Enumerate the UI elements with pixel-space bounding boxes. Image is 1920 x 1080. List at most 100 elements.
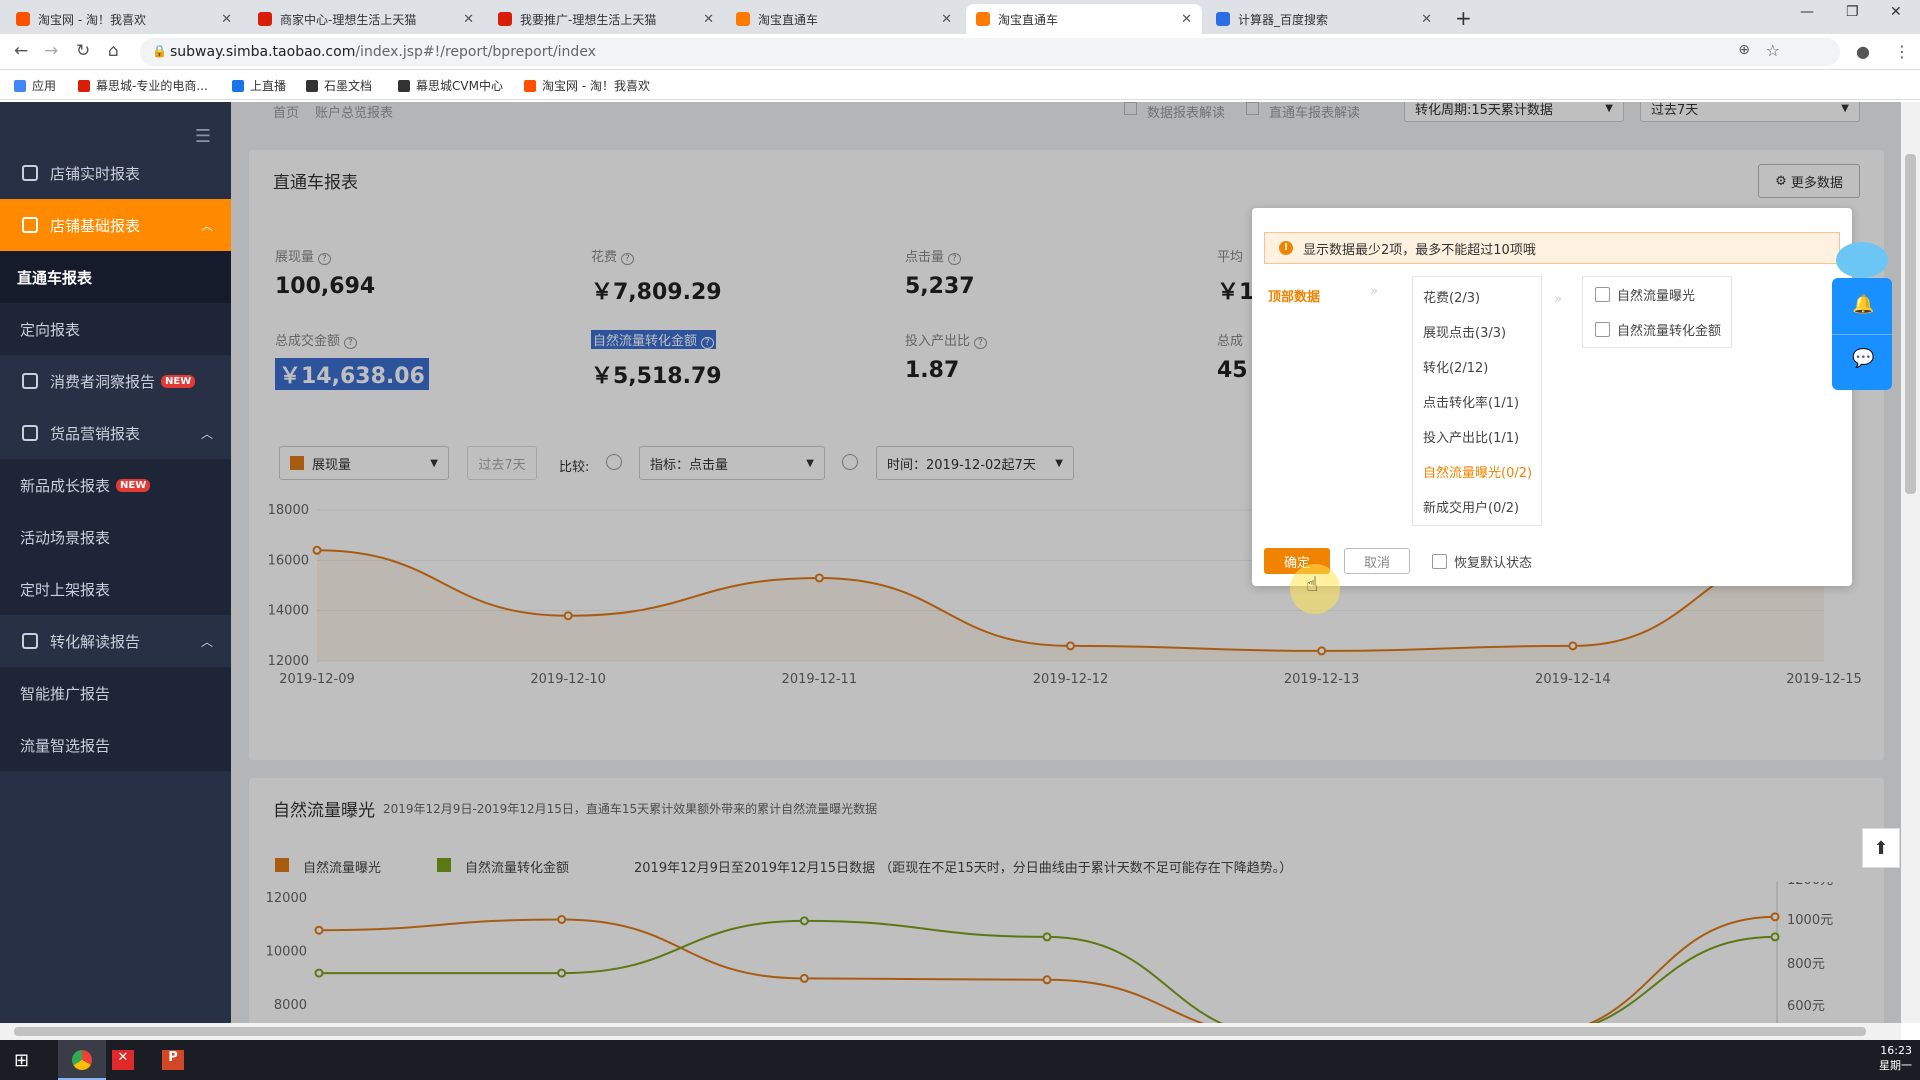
bookmark-2[interactable]: 上直播 xyxy=(232,77,286,94)
check-report-interp[interactable] xyxy=(1124,102,1137,115)
star-icon[interactable]: ☆ xyxy=(1766,41,1780,60)
tab-close-icon[interactable]: ✕ xyxy=(221,12,232,27)
tab-close-icon[interactable]: ✕ xyxy=(1181,12,1192,27)
chevron-up-icon[interactable]: ︿ xyxy=(201,425,213,442)
back-icon[interactable]: ← xyxy=(14,41,28,61)
tab-4[interactable]: 淘宝直通车 ✕ xyxy=(966,4,1202,34)
bookmark-0[interactable]: 应用 xyxy=(14,77,56,94)
compare-index-radio[interactable] xyxy=(606,454,622,470)
data-point[interactable] xyxy=(557,915,567,924)
data-point[interactable] xyxy=(1568,641,1578,651)
data-point[interactable] xyxy=(314,925,324,935)
help-icon[interactable]: ? xyxy=(948,253,961,265)
tab-close-icon[interactable]: ✕ xyxy=(941,12,952,27)
category-item[interactable]: 点击转化率(1/1) xyxy=(1423,392,1519,411)
data-point[interactable] xyxy=(563,611,573,621)
index-select[interactable]: 指标：点击量 ▼ xyxy=(639,446,825,480)
tab-close-icon[interactable]: ✕ xyxy=(703,12,714,27)
tab-5[interactable]: 计算器_百度搜索 ✕ xyxy=(1206,4,1442,34)
tab-0[interactable]: 淘宝网 - 淘！我喜欢 ✕ xyxy=(6,4,242,34)
zoom-icon[interactable]: ⊕ xyxy=(1738,42,1750,58)
sidebar-item-2[interactable]: 直通车报表 xyxy=(0,251,231,303)
data-point[interactable] xyxy=(1770,932,1780,942)
category-item[interactable]: 投入产出比(1/1) xyxy=(1423,427,1519,446)
sidebar-item-4[interactable]: 消费者洞察报告 NEW xyxy=(0,355,231,407)
chevron-up-icon[interactable]: ︿ xyxy=(201,633,213,650)
home-icon[interactable]: ⌂ xyxy=(108,41,119,61)
metric-select[interactable]: 展现量 ▼ xyxy=(279,446,449,480)
forward-icon[interactable]: → xyxy=(44,41,58,61)
back-to-top-icon[interactable]: ⬆ xyxy=(1862,828,1900,868)
bookmark-4[interactable]: 幕思城CVM中心 xyxy=(398,77,503,94)
sidebar-item-11[interactable]: 流量智选报告 xyxy=(0,719,231,771)
option-checkbox[interactable] xyxy=(1595,287,1610,302)
minimize-button[interactable]: — xyxy=(1800,4,1814,20)
help-icon[interactable]: ? xyxy=(621,253,634,265)
compare-time-radio[interactable] xyxy=(842,454,858,470)
reload-icon[interactable]: ↻ xyxy=(76,41,90,61)
sidebar-item-6[interactable]: 新品成长报表 NEW xyxy=(0,459,231,511)
sidebar-item-10[interactable]: 智能推广报告 xyxy=(0,667,231,719)
tab-1[interactable]: 商家中心-理想生活上天猫 ✕ xyxy=(248,4,484,34)
breadcrumb-home[interactable]: 首页 xyxy=(273,102,299,121)
data-point[interactable] xyxy=(1042,975,1052,985)
horizontal-scroll-thumb[interactable] xyxy=(14,1027,1866,1036)
close-window-button[interactable]: ✕ xyxy=(1890,4,1902,20)
bookmark-1[interactable]: 幕思城-专业的电商... xyxy=(78,77,208,94)
option-checkbox[interactable] xyxy=(1595,322,1610,337)
windows-start-icon[interactable]: ⊞ xyxy=(14,1050,29,1071)
restore-default-checkbox[interactable] xyxy=(1432,554,1447,569)
powerpoint-taskbar-icon[interactable]: P xyxy=(162,1050,184,1070)
period-select[interactable]: 转化周期:15天累计数据 ▼ xyxy=(1404,102,1624,122)
profile-icon[interactable]: ● xyxy=(1856,42,1870,61)
vertical-scrollbar[interactable] xyxy=(1901,102,1920,1023)
data-point[interactable] xyxy=(312,545,322,555)
sidebar-toggle-icon[interactable]: ☰ xyxy=(195,126,211,147)
category-item[interactable]: 新成交用户(0/2) xyxy=(1423,497,1519,516)
help-icon[interactable]: ? xyxy=(344,337,357,349)
chat-icon[interactable]: 💬 xyxy=(1852,348,1874,369)
chevron-up-icon[interactable]: ︿ xyxy=(201,217,213,234)
restore-button[interactable]: ❐ xyxy=(1846,4,1859,20)
more-data-button[interactable]: ⚙ 更多数据 xyxy=(1758,164,1860,198)
data-point[interactable] xyxy=(799,973,809,983)
sidebar-item-0[interactable]: 店铺实时报表 xyxy=(0,147,231,199)
data-point[interactable] xyxy=(1042,932,1052,942)
new-tab-button[interactable]: + xyxy=(1455,6,1472,30)
cancel-button[interactable]: 取消 xyxy=(1344,548,1410,574)
category-item[interactable]: 转化(2/12) xyxy=(1423,357,1488,376)
tab-close-icon[interactable]: ✕ xyxy=(463,12,474,27)
data-point[interactable] xyxy=(1066,641,1075,651)
bookmark-3[interactable]: 石墨文档 xyxy=(306,77,372,94)
tab-2[interactable]: 我要推广-理想生活上天猫 ✕ xyxy=(488,4,724,34)
menu-icon[interactable]: ⋮ xyxy=(1894,42,1910,61)
data-point[interactable] xyxy=(557,968,567,978)
help-icon[interactable]: ? xyxy=(318,253,331,265)
sidebar-item-3[interactable]: 定向报表 xyxy=(0,303,231,355)
sidebar-item-5[interactable]: 货品营销报表 ︿ xyxy=(0,407,231,459)
category-item[interactable]: 展现点击(3/3) xyxy=(1423,322,1506,341)
check-ztc-interp[interactable] xyxy=(1246,102,1259,115)
horizontal-scrollbar[interactable] xyxy=(0,1023,1901,1040)
sidebar-item-8[interactable]: 定时上架报表 xyxy=(0,563,231,615)
data-point[interactable] xyxy=(799,916,809,926)
chrome-taskbar-icon[interactable] xyxy=(58,1040,106,1080)
help-icon[interactable]: ? xyxy=(974,337,987,349)
bell-icon[interactable]: 🔔 xyxy=(1852,294,1874,315)
category-item[interactable]: 自然流量曝光(0/2) xyxy=(1423,462,1532,481)
tab-close-icon[interactable]: ✕ xyxy=(1421,12,1432,27)
time-select[interactable]: 时间：2019-12-02起7天 ▼ xyxy=(876,446,1074,480)
vertical-scroll-thumb[interactable] xyxy=(1905,154,1916,494)
data-point[interactable] xyxy=(814,573,824,583)
category-item[interactable]: 花费(2/3) xyxy=(1423,287,1480,306)
xmind-taskbar-icon[interactable]: ✕ xyxy=(112,1050,134,1070)
help-icon[interactable]: ? xyxy=(701,337,714,349)
data-point[interactable] xyxy=(1317,646,1327,656)
url-field[interactable]: 🔒 subway.simba.taobao.com/index.jsp#!/re… xyxy=(140,38,1840,66)
bookmark-5[interactable]: 淘宝网 - 淘！我喜欢 xyxy=(524,77,650,94)
data-point[interactable] xyxy=(1770,912,1780,922)
tab-3[interactable]: 淘宝直通车 ✕ xyxy=(726,4,962,34)
sidebar-item-9[interactable]: 转化解读报告 ︿ xyxy=(0,615,231,667)
sidebar-item-7[interactable]: 活动场景报表 xyxy=(0,511,231,563)
range-button[interactable]: 过去7天 xyxy=(467,446,537,480)
